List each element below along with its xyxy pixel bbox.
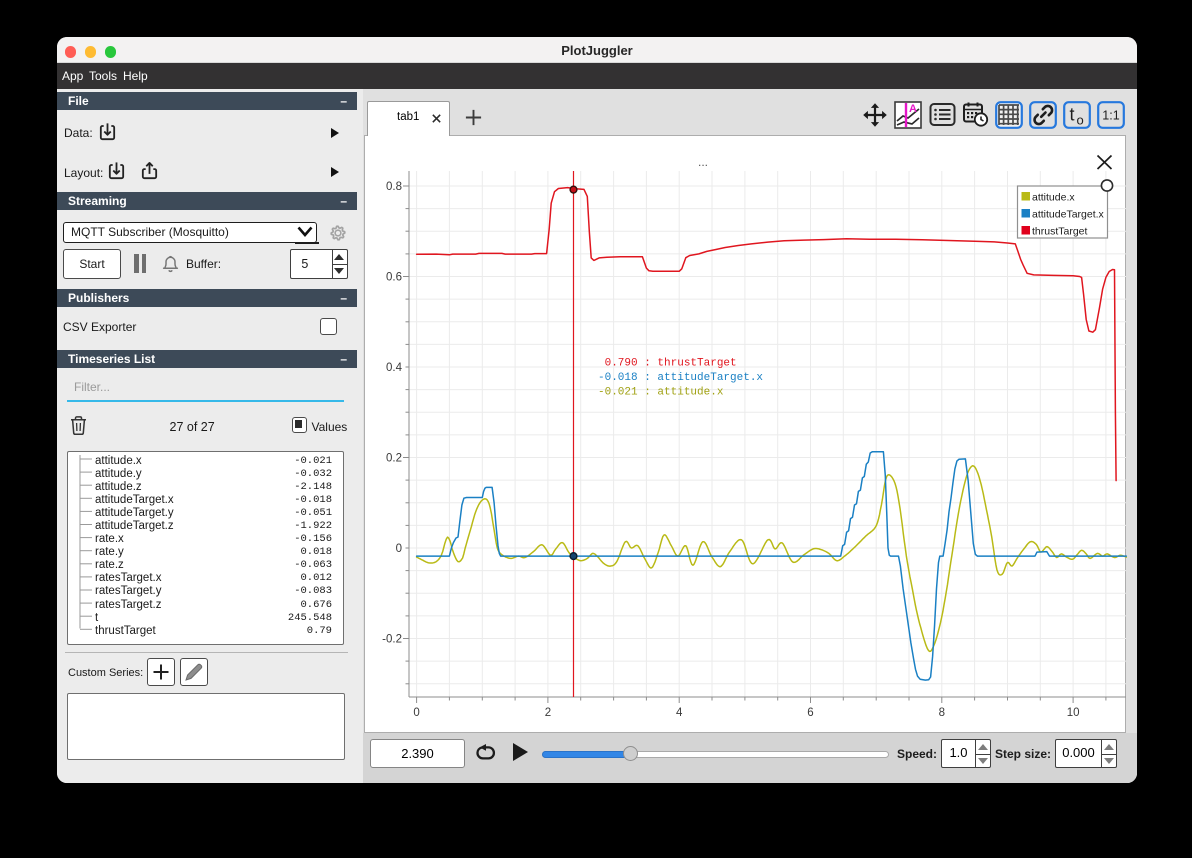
- svg-text:4: 4: [675, 707, 682, 719]
- svg-text:0.4: 0.4: [386, 362, 403, 374]
- svg-text:attitude.x: attitude.x: [1032, 192, 1075, 204]
- svg-text:-0.018 : attitudeTarget.x: -0.018 : attitudeTarget.x: [598, 372, 763, 384]
- svg-text:8: 8: [938, 707, 944, 719]
- svg-text:10: 10: [1066, 707, 1079, 719]
- svg-text:...: ...: [698, 155, 708, 169]
- svg-text:t: t: [1070, 104, 1075, 124]
- svg-text:A: A: [909, 103, 917, 115]
- svg-text:0.2: 0.2: [386, 453, 402, 465]
- svg-text:0.790 : thrustTarget: 0.790 : thrustTarget: [598, 358, 737, 370]
- svg-text:thrustTarget: thrustTarget: [1032, 226, 1088, 238]
- svg-text:0: 0: [413, 707, 419, 719]
- svg-text:0.6: 0.6: [386, 272, 402, 284]
- svg-text:1:1: 1:1: [1102, 108, 1119, 122]
- svg-text:-0.021 : attitude.x: -0.021 : attitude.x: [598, 387, 724, 399]
- svg-text:-0.2: -0.2: [382, 634, 402, 646]
- svg-text:o: o: [1077, 112, 1084, 127]
- svg-text:6: 6: [807, 707, 813, 719]
- svg-text:0.8: 0.8: [386, 181, 402, 193]
- svg-text:2: 2: [544, 707, 550, 719]
- svg-text:0: 0: [395, 543, 401, 555]
- svg-text:attitudeTarget.x: attitudeTarget.x: [1032, 209, 1105, 221]
